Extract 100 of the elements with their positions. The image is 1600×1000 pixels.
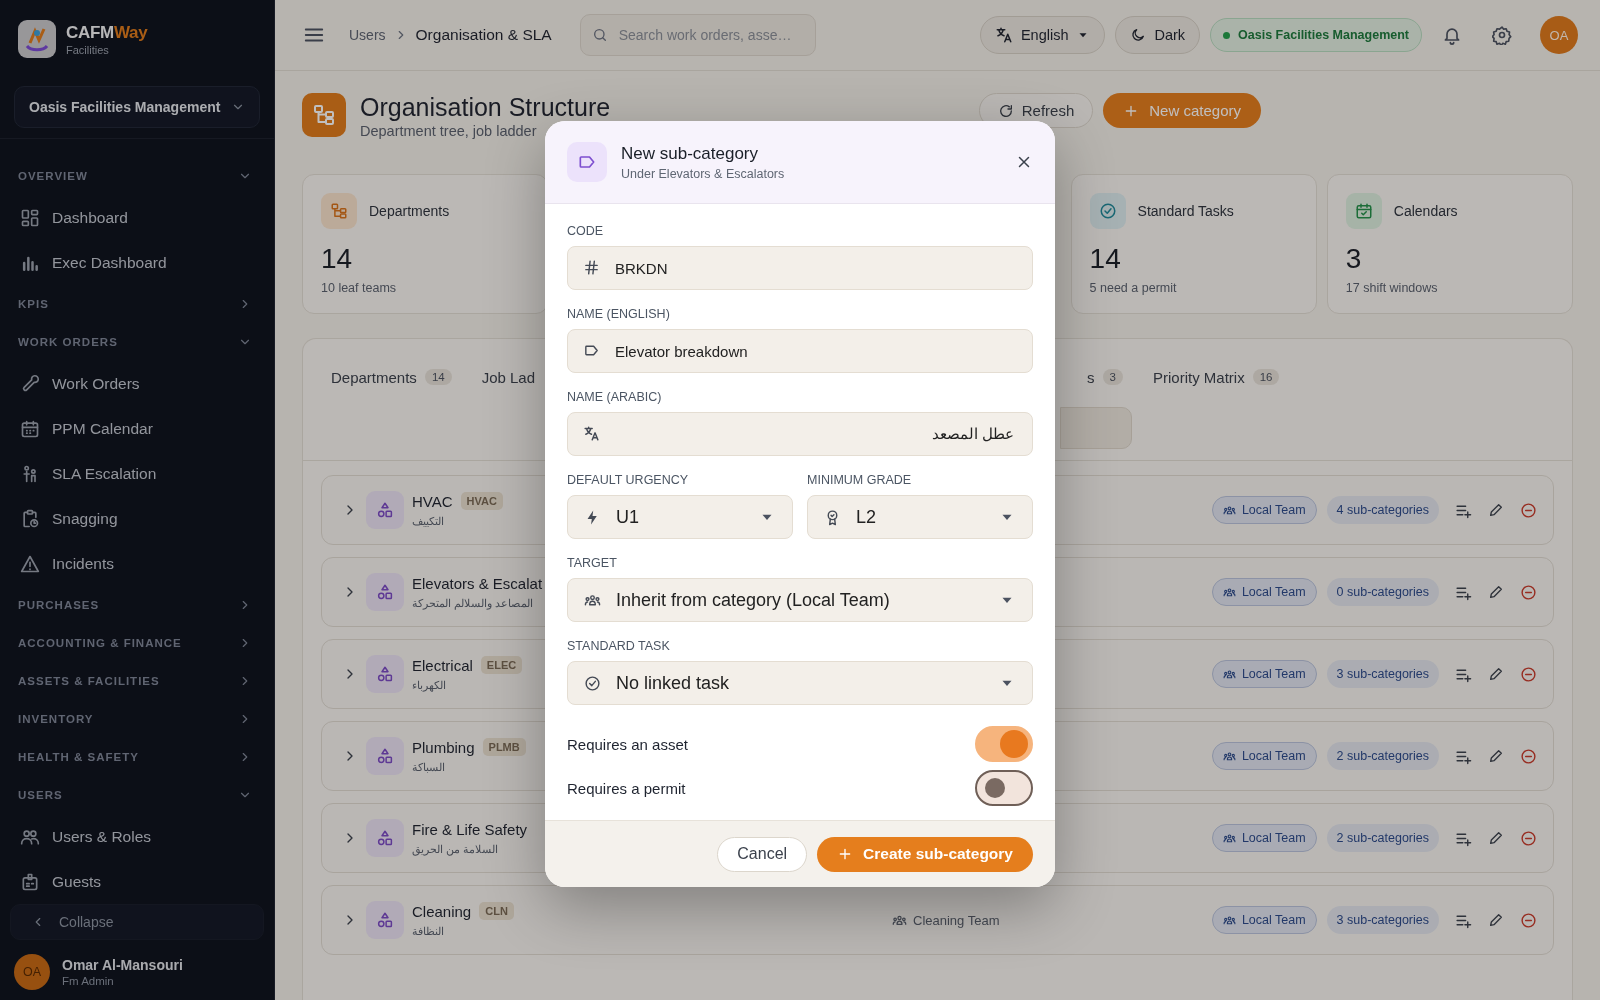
nav-section-header[interactable]: KPIS	[0, 285, 274, 323]
team-tag: Local Team	[1211, 660, 1317, 688]
warning-icon	[20, 553, 40, 574]
team-tag: Local Team	[1211, 824, 1317, 852]
subcategory-count: 4 sub-categories	[1326, 496, 1439, 524]
shapes-icon	[376, 747, 394, 765]
notification-icon[interactable]	[1442, 25, 1462, 45]
category-name: Cleaning	[412, 902, 472, 920]
nav-section-header[interactable]: INVENTORY	[0, 700, 274, 738]
edit-icon[interactable]	[1488, 666, 1504, 682]
stat-value: 14	[1089, 243, 1122, 275]
nav-item[interactable]: PPM Calendar	[0, 406, 274, 451]
edit-icon[interactable]	[1488, 912, 1504, 928]
toggle-label: Requires an asset	[567, 735, 688, 753]
logo-subtitle: Facilities	[66, 43, 110, 56]
remove-icon[interactable]	[1520, 501, 1537, 519]
field-label: TARGET	[567, 556, 618, 570]
shapes-icon	[376, 829, 394, 847]
category-name: Elevators & Escalat	[412, 574, 543, 592]
theme-button[interactable]: Dark	[1115, 16, 1201, 54]
nav-item[interactable]: Snagging	[0, 496, 274, 541]
nav-item[interactable]: Exec Dashboard	[0, 240, 274, 285]
input-field[interactable]: BRKDN	[567, 246, 1033, 290]
check-circle-icon	[584, 674, 601, 692]
stat-value: 14	[321, 243, 354, 275]
id-badge-icon	[20, 871, 40, 892]
nav-section-header[interactable]: HEALTH & SAFETY	[0, 738, 274, 776]
user-role: Fm Admin	[62, 975, 115, 987]
settings-icon[interactable]	[1492, 25, 1512, 45]
subcategory-count: 3 sub-categories	[1326, 660, 1439, 688]
language-button[interactable]: English	[979, 16, 1106, 54]
calendar-icon	[20, 418, 40, 439]
nav-item[interactable]: Users & Roles	[0, 814, 274, 859]
remove-icon[interactable]	[1520, 829, 1537, 847]
dialog-title: New sub-category	[621, 143, 759, 164]
breadcrumb-item[interactable]: Users	[349, 27, 386, 43]
logo-icon	[18, 20, 56, 58]
field-label: NAME (ENGLISH)	[567, 307, 671, 321]
refresh-icon	[997, 102, 1014, 119]
edit-icon[interactable]	[1488, 584, 1504, 600]
arabic-name: النظافة	[412, 925, 445, 938]
nav-section-header[interactable]: ACCOUNTING & FINANCE	[0, 624, 274, 662]
tab[interactable]: Priority Matrix 16	[1152, 368, 1280, 386]
arabic-name: الكهرباء	[412, 679, 447, 692]
code-tag: PLMB	[482, 738, 526, 756]
nav-section-header[interactable]: ASSETS & FACILITIES	[0, 662, 274, 700]
stat-note: 17 shift windows	[1345, 281, 1439, 295]
nav-section-header[interactable]: WORK ORDERS	[0, 323, 274, 361]
select-field[interactable]: No linked task	[567, 661, 1033, 705]
nav-item[interactable]: Work Orders	[0, 361, 274, 406]
check-circle-icon	[1098, 202, 1117, 220]
input-field[interactable]: Elevator breakdown	[567, 329, 1033, 373]
collapse-button[interactable]: Collapse	[10, 904, 264, 940]
remove-icon[interactable]	[1520, 911, 1537, 929]
edit-icon[interactable]	[1488, 748, 1504, 764]
arabic-name: السباكة	[412, 761, 446, 774]
assignee-label: Cleaning Team	[892, 912, 1000, 928]
stat-label: Departments	[369, 203, 450, 219]
tab[interactable]: Job Lad	[481, 368, 536, 386]
subcategory-count: 3 sub-categories	[1326, 906, 1439, 934]
remove-icon[interactable]	[1520, 665, 1537, 683]
edit-icon[interactable]	[1488, 830, 1504, 846]
arabic-name: التكييف	[412, 515, 445, 528]
search-field[interactable]: Search work orders, asse…	[579, 14, 816, 56]
remove-icon[interactable]	[1520, 747, 1537, 765]
nav-item[interactable]: Dashboard	[0, 195, 274, 240]
toggle-switch[interactable]	[975, 726, 1033, 762]
shapes-icon	[376, 501, 394, 519]
cancel-button[interactable]: Cancel	[717, 836, 808, 872]
user-name: Omar Al-Mansouri	[62, 957, 183, 973]
nav-item[interactable]: SLA Escalation	[0, 451, 274, 496]
team-icon	[1222, 585, 1236, 599]
nav-item[interactable]: Incidents	[0, 541, 274, 586]
nav-section-header[interactable]: PURCHASES	[0, 586, 274, 624]
remove-icon[interactable]	[1520, 583, 1537, 601]
category-name: Plumbing	[412, 738, 475, 756]
select-field[interactable]: Inherit from category (Local Team)	[567, 578, 1033, 622]
team-tag: Local Team	[1211, 578, 1317, 606]
nav-item[interactable]: Guests	[0, 859, 274, 904]
stat-label: Standard Tasks	[1137, 203, 1234, 219]
stat-label: Calendars	[1393, 203, 1458, 219]
moon-icon	[1130, 27, 1147, 43]
toggle-switch[interactable]	[975, 770, 1033, 806]
toggle-label: Requires a permit	[567, 779, 686, 797]
select-field[interactable]: U1	[567, 495, 793, 539]
hierarchy-icon	[302, 93, 346, 137]
field-label: DEFAULT URGENCY	[567, 473, 690, 487]
wrench-icon	[20, 373, 40, 394]
input-field[interactable]: عطل المصعد	[567, 412, 1033, 456]
code-tag: ELEC	[480, 656, 523, 674]
nav-section-header[interactable]: USERS	[0, 776, 274, 814]
filter-field[interactable]	[1060, 406, 1132, 449]
team-icon	[1222, 749, 1236, 763]
team-icon	[1222, 503, 1236, 517]
organisation-select[interactable]: Oasis Facilities Management	[14, 86, 260, 128]
tab[interactable]: Departments 14	[331, 368, 452, 386]
tenant-chip: Oasis Facilities Management	[1210, 18, 1422, 52]
nav-section-header[interactable]: OVERVIEW	[0, 157, 274, 195]
edit-icon[interactable]	[1488, 502, 1504, 518]
select-field[interactable]: L2	[807, 495, 1033, 539]
